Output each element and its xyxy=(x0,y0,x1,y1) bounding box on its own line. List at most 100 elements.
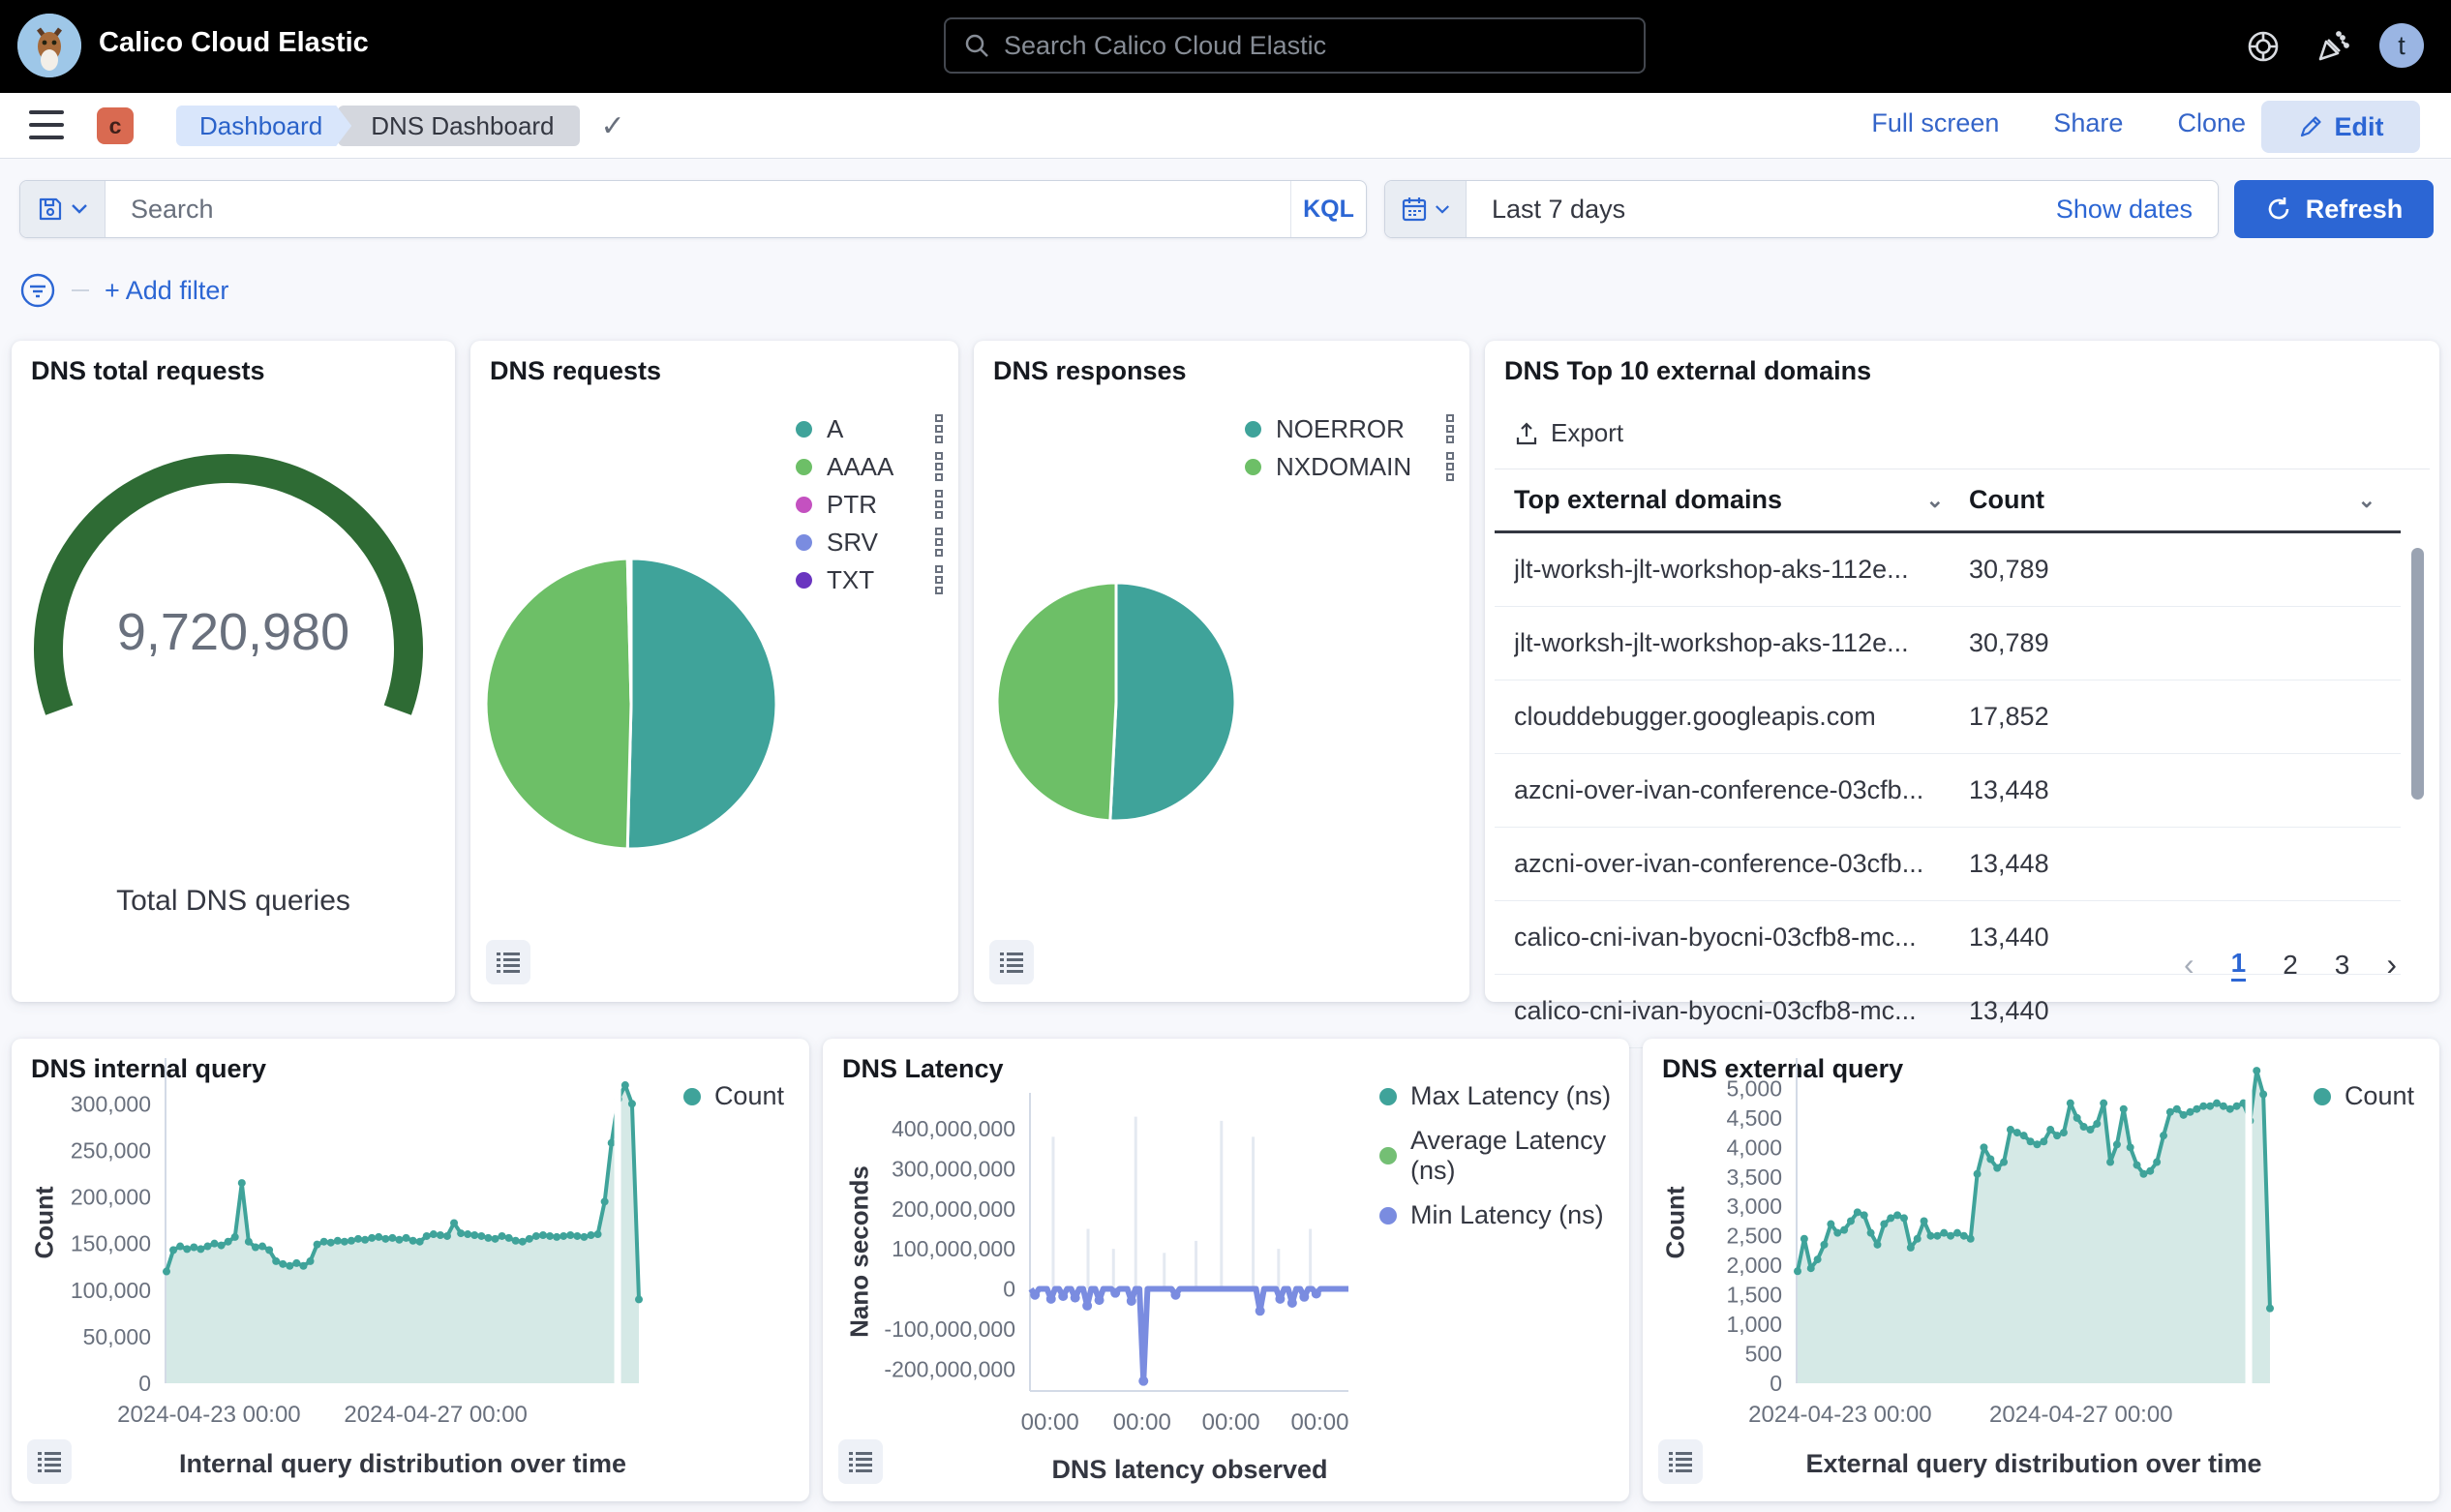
export-button[interactable]: Export xyxy=(1514,418,1623,448)
gauge-value: 9,720,980 xyxy=(12,602,455,662)
legend-item-SRV[interactable]: SRV xyxy=(796,529,943,555)
help-icon[interactable] xyxy=(2242,25,2285,68)
x-axis-title: Internal query distribution over time xyxy=(166,1449,639,1479)
svg-text:2024-04-23 00:00: 2024-04-23 00:00 xyxy=(1748,1402,1932,1428)
previous-page-button[interactable]: ‹ xyxy=(2184,947,2194,983)
svg-text:5,000: 5,000 xyxy=(1726,1075,1782,1101)
list-icon xyxy=(847,1448,874,1475)
panel-dns-latency: DNS Latency Max Latency (ns)Average Late… xyxy=(823,1039,1629,1501)
area-chart[interactable]: 05001,0001,5002,0002,5003,0003,5004,0004… xyxy=(1643,1039,2439,1501)
legend-actions-icon[interactable] xyxy=(1446,452,1454,481)
legend-item-A[interactable]: A xyxy=(796,416,943,441)
pie-slice-NOERROR[interactable] xyxy=(1110,583,1235,821)
next-page-button[interactable]: › xyxy=(2386,947,2397,983)
filter-divider xyxy=(72,289,89,291)
column-header-count[interactable]: Count ⌄ xyxy=(1969,485,2401,515)
legend-toggle-button[interactable] xyxy=(27,1439,72,1484)
gauge-caption: Total DNS queries xyxy=(12,885,455,918)
kql-search-input[interactable] xyxy=(106,181,1290,237)
legend-label: TXT xyxy=(827,565,935,595)
search-icon xyxy=(963,32,990,59)
global-search-input[interactable] xyxy=(1004,31,1626,61)
svg-text:-200,000,000: -200,000,000 xyxy=(884,1356,1015,1381)
svg-text:4,500: 4,500 xyxy=(1726,1105,1782,1131)
legend-actions-icon[interactable] xyxy=(935,414,943,443)
legend-item-NOERROR[interactable]: NOERROR xyxy=(1245,416,1454,441)
saved-query-menu[interactable] xyxy=(20,181,106,237)
share-button[interactable]: Share xyxy=(2053,108,2123,138)
add-filter-button[interactable]: + Add filter xyxy=(105,276,228,306)
legend-actions-icon[interactable] xyxy=(1446,414,1454,443)
panel-dns-responses: DNS responses NOERRORNXDOMAIN xyxy=(974,341,1469,1002)
svg-text:200,000,000: 200,000,000 xyxy=(892,1196,1015,1222)
table-scrollbar[interactable] xyxy=(2411,548,2424,800)
calendar-icon xyxy=(1402,197,1427,222)
svg-text:1,500: 1,500 xyxy=(1726,1283,1782,1308)
legend-item-NXDOMAIN[interactable]: NXDOMAIN xyxy=(1245,454,1454,479)
page-button-2[interactable]: 2 xyxy=(2283,950,2298,981)
legend-label: SRV xyxy=(827,528,935,558)
legend-toggle-button[interactable] xyxy=(989,940,1034,984)
svg-text:00:00: 00:00 xyxy=(1290,1409,1348,1436)
legend-actions-icon[interactable] xyxy=(935,528,943,557)
date-quick-menu[interactable] xyxy=(1385,181,1467,237)
show-dates-button[interactable]: Show dates xyxy=(2056,181,2218,237)
pie-slice-TXT[interactable] xyxy=(630,559,631,704)
breadcrumb-dashboard[interactable]: Dashboard xyxy=(176,106,351,146)
cell-domain: calico-cni-ivan-byocni-03cfb8-mc... xyxy=(1514,922,1969,953)
filter-icon[interactable] xyxy=(19,272,56,309)
legend-actions-icon[interactable] xyxy=(935,565,943,594)
legend-actions-icon[interactable] xyxy=(935,452,943,481)
legend-toggle-button[interactable] xyxy=(838,1439,883,1484)
panel-dns-external-query: DNS external query Count Count 05001,000… xyxy=(1643,1039,2439,1501)
breadcrumb-dns-dashboard[interactable]: DNS Dashboard xyxy=(338,106,579,146)
legend-actions-icon[interactable] xyxy=(935,490,943,519)
area-chart[interactable]: 050,000100,000150,000200,000250,000300,0… xyxy=(12,1039,809,1501)
edit-button[interactable]: Edit xyxy=(2261,101,2420,153)
svg-text:2024-04-23 00:00: 2024-04-23 00:00 xyxy=(117,1402,301,1428)
page-button-3[interactable]: 3 xyxy=(2335,950,2350,981)
page-button-1[interactable]: 1 xyxy=(2231,948,2247,982)
user-avatar[interactable]: t xyxy=(2379,23,2424,68)
newsfeed-icon[interactable] xyxy=(2312,25,2354,68)
pie-legend: AAAAAPTRSRVTXT xyxy=(796,416,943,592)
pie-slice-NXDOMAIN[interactable] xyxy=(997,583,1116,821)
space-avatar[interactable]: c xyxy=(97,107,134,144)
legend-label: NXDOMAIN xyxy=(1276,452,1446,482)
global-search[interactable] xyxy=(944,17,1646,74)
refresh-icon xyxy=(2265,196,2292,223)
svg-text:200,000: 200,000 xyxy=(71,1185,151,1210)
list-icon xyxy=(495,949,522,976)
kql-toggle[interactable]: KQL xyxy=(1290,181,1366,237)
clone-button[interactable]: Clone xyxy=(2177,108,2246,138)
cell-domain: clouddebugger.googleapis.com xyxy=(1514,702,1969,732)
svg-text:2,500: 2,500 xyxy=(1726,1224,1782,1249)
svg-text:0: 0 xyxy=(1003,1277,1015,1302)
time-range-value[interactable]: Last 7 days xyxy=(1467,181,2056,237)
legend-toggle-button[interactable] xyxy=(1658,1439,1703,1484)
list-icon xyxy=(36,1448,63,1475)
svg-text:50,000: 50,000 xyxy=(83,1324,151,1349)
legend-dot xyxy=(1245,459,1261,475)
line-chart[interactable]: -200,000,000-100,000,0000100,000,000200,… xyxy=(823,1039,1629,1501)
legend-item-TXT[interactable]: TXT xyxy=(796,567,943,592)
breadcrumb: Dashboard DNS Dashboard ✓ xyxy=(176,106,625,146)
pie-slice-AAAA[interactable] xyxy=(486,559,631,849)
legend-toggle-button[interactable] xyxy=(486,940,530,984)
export-icon xyxy=(1514,421,1539,446)
full-screen-button[interactable]: Full screen xyxy=(1871,108,1999,138)
svg-text:2024-04-27 00:00: 2024-04-27 00:00 xyxy=(1989,1402,2173,1428)
menu-icon[interactable] xyxy=(29,110,64,139)
pencil-icon xyxy=(2298,114,2323,139)
refresh-button[interactable]: Refresh xyxy=(2234,180,2434,238)
cell-domain: azcni-over-ivan-conference-03cfb... xyxy=(1514,775,1969,805)
column-header-domains[interactable]: Top external domains ⌄ xyxy=(1514,485,1969,515)
table-header-row: Top external domains ⌄ Count ⌄ xyxy=(1495,469,2401,533)
svg-text:250,000: 250,000 xyxy=(71,1137,151,1163)
pie-slice-A[interactable] xyxy=(627,559,776,849)
legend-item-PTR[interactable]: PTR xyxy=(796,492,943,517)
legend-item-AAAA[interactable]: AAAA xyxy=(796,454,943,479)
cell-count: 13,440 xyxy=(1969,996,2401,1026)
app-logo-icon[interactable] xyxy=(17,14,81,77)
cell-count: 13,448 xyxy=(1969,849,2401,879)
